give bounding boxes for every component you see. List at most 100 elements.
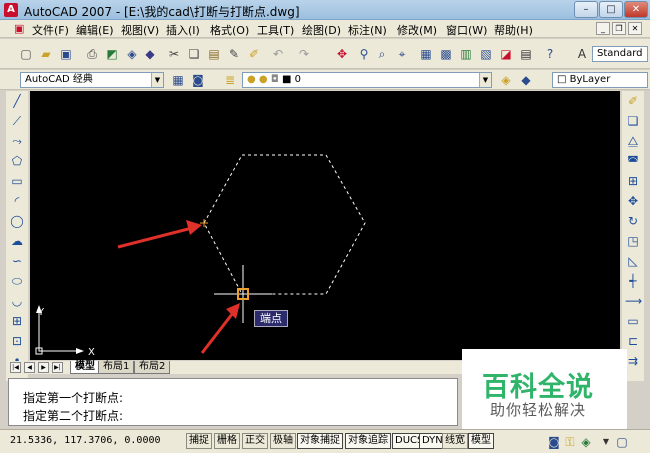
command-window[interactable]: 指定第一个打断点: 指定第二个打断点:	[8, 378, 458, 426]
document-icon[interactable]: ▣	[14, 22, 24, 35]
minimize-button[interactable]: –	[574, 1, 598, 18]
autocad-app-icon[interactable]: A	[4, 3, 18, 17]
layer-properties-icon[interactable]: ≣	[222, 72, 238, 88]
menu-window[interactable]: 窗口(W)	[446, 22, 487, 38]
menu-edit[interactable]: 编辑(E)	[76, 22, 114, 38]
last-tab-icon[interactable]: ▶|	[52, 362, 63, 373]
tab-model[interactable]: 模型	[70, 361, 100, 374]
copy-icon[interactable]: ❏	[186, 46, 202, 62]
rectangle-icon[interactable]: ▭	[9, 173, 25, 189]
break-at-point-icon[interactable]: ▭	[625, 313, 641, 329]
maximize-button[interactable]: □	[599, 1, 623, 18]
polyline-icon[interactable]: ⤳	[9, 133, 25, 149]
trim-icon[interactable]: ┽	[625, 273, 641, 289]
make-object-layer-current-icon[interactable]: ◈	[498, 72, 514, 88]
layer-previous-icon[interactable]: ◆	[518, 72, 534, 88]
sheet-set-icon[interactable]: ▧	[478, 46, 494, 62]
communication-center-icon[interactable]: ◙	[546, 434, 562, 450]
toolbar-lock-icon[interactable]: ⚿	[562, 434, 578, 450]
arc-icon[interactable]: ◜	[9, 193, 25, 209]
workspace-settings-icon[interactable]: ▦	[170, 72, 186, 88]
menu-format[interactable]: 格式(O)	[210, 22, 249, 38]
annotation-icon[interactable]: ◈	[578, 434, 594, 450]
status-menu-chevron-icon[interactable]: ▼	[598, 434, 614, 450]
menu-insert[interactable]: 插入(I)	[166, 22, 200, 38]
redo-icon[interactable]: ↷	[296, 46, 312, 62]
model-toggle[interactable]: 模型	[468, 433, 494, 449]
snap-toggle[interactable]: 捕捉	[186, 433, 212, 449]
plot-preview-icon[interactable]: ◩	[104, 46, 120, 62]
menu-dimension[interactable]: 标注(N)	[348, 22, 387, 38]
paste-icon[interactable]: ▤	[206, 46, 222, 62]
doc-minimize-icon[interactable]: _	[596, 22, 610, 35]
help-icon[interactable]: ?	[542, 46, 558, 62]
lineweight-toggle[interactable]: 线宽	[442, 433, 468, 449]
revision-cloud-icon[interactable]: ☁	[9, 233, 25, 249]
tab-layout1[interactable]: 布局1	[98, 361, 135, 374]
layer-dropdown[interactable]: ● ● ◘ ■ 0 ▼	[242, 72, 492, 88]
clean-screen-icon[interactable]: ▢	[614, 434, 630, 450]
prev-tab-icon[interactable]: ◀	[24, 362, 35, 373]
array-icon[interactable]: ⊞	[625, 173, 641, 189]
ortho-toggle[interactable]: 正交	[242, 433, 268, 449]
coordinate-readout[interactable]: 21.5336, 117.3706, 0.0000	[10, 435, 161, 446]
polygon-icon[interactable]: ⬠	[9, 153, 25, 169]
3d-dwf-icon[interactable]: ◆	[142, 46, 158, 62]
line-icon[interactable]: ╱	[9, 93, 25, 109]
ellipse-icon[interactable]: ⬭	[9, 273, 25, 289]
zoom-previous-icon[interactable]: ⌖	[394, 46, 410, 62]
make-block-icon[interactable]: ⊡	[9, 333, 25, 349]
menu-help[interactable]: 帮助(H)	[494, 22, 533, 38]
mirror-icon[interactable]: ⧋	[625, 133, 641, 149]
pan-icon[interactable]: ✥	[334, 46, 350, 62]
publish-icon[interactable]: ◈	[124, 46, 140, 62]
properties-icon[interactable]: ▦	[418, 46, 434, 62]
first-tab-icon[interactable]: |◀	[10, 362, 21, 373]
menu-draw[interactable]: 绘图(D)	[302, 22, 341, 38]
move-icon[interactable]: ✥	[625, 193, 641, 209]
zoom-realtime-icon[interactable]: ⚲	[356, 46, 372, 62]
polar-toggle[interactable]: 极轴	[270, 433, 296, 449]
workspace-dropdown[interactable]: AutoCAD 经典 ▼	[20, 72, 164, 88]
grid-toggle[interactable]: 栅格	[214, 433, 240, 449]
zoom-window-icon[interactable]: ⌕	[374, 46, 390, 62]
menu-view[interactable]: 视图(V)	[121, 22, 159, 38]
open-file-icon[interactable]: ▰	[38, 46, 54, 62]
undo-icon[interactable]: ↶	[270, 46, 286, 62]
scale-icon[interactable]: ◳	[625, 233, 641, 249]
design-center-icon[interactable]: ▩	[438, 46, 454, 62]
extend-icon[interactable]: ⟶	[625, 293, 642, 309]
quickcalc-icon[interactable]: ▤	[518, 46, 534, 62]
spline-icon[interactable]: ∽	[9, 253, 25, 269]
save-icon[interactable]: ▣	[58, 46, 74, 62]
doc-close-icon[interactable]: ✕	[628, 22, 642, 35]
join-icon[interactable]: ⇉	[625, 353, 641, 369]
break-icon[interactable]: ⊏	[625, 333, 641, 349]
rotate-icon[interactable]: ↻	[625, 213, 641, 229]
erase-icon[interactable]: ✐	[625, 93, 641, 109]
menu-file[interactable]: 文件(F)	[32, 22, 69, 38]
cut-icon[interactable]: ✂	[166, 46, 182, 62]
construction-line-icon[interactable]: ⟋	[9, 113, 25, 129]
stretch-icon[interactable]: ◺	[625, 253, 641, 269]
block-editor-icon[interactable]: ✐	[246, 46, 262, 62]
doc-restore-icon[interactable]: ❐	[612, 22, 626, 35]
next-tab-icon[interactable]: ▶	[38, 362, 49, 373]
menu-tools[interactable]: 工具(T)	[257, 22, 294, 38]
my-workspace-icon[interactable]: ◙	[190, 72, 206, 88]
otrack-toggle[interactable]: 对象追踪	[345, 433, 391, 449]
copy-object-icon[interactable]: ❏	[625, 113, 641, 129]
menu-modify[interactable]: 修改(M)	[397, 22, 437, 38]
circle-icon[interactable]: ◯	[9, 213, 25, 229]
drawing-area[interactable]: Y X 端点	[30, 91, 620, 360]
offset-icon[interactable]: ◚	[625, 153, 641, 169]
text-style-dropdown[interactable]: Standard	[592, 46, 648, 62]
markup-icon[interactable]: ◪	[498, 46, 514, 62]
insert-block-icon[interactable]: ⊞	[9, 313, 25, 329]
print-icon[interactable]: ⎙	[84, 46, 100, 62]
close-button[interactable]: ✕	[624, 1, 648, 18]
new-file-icon[interactable]: ▢	[18, 46, 34, 62]
match-properties-icon[interactable]: ✎	[226, 46, 242, 62]
tool-palettes-icon[interactable]: ▥	[458, 46, 474, 62]
tab-layout2[interactable]: 布局2	[134, 361, 171, 374]
